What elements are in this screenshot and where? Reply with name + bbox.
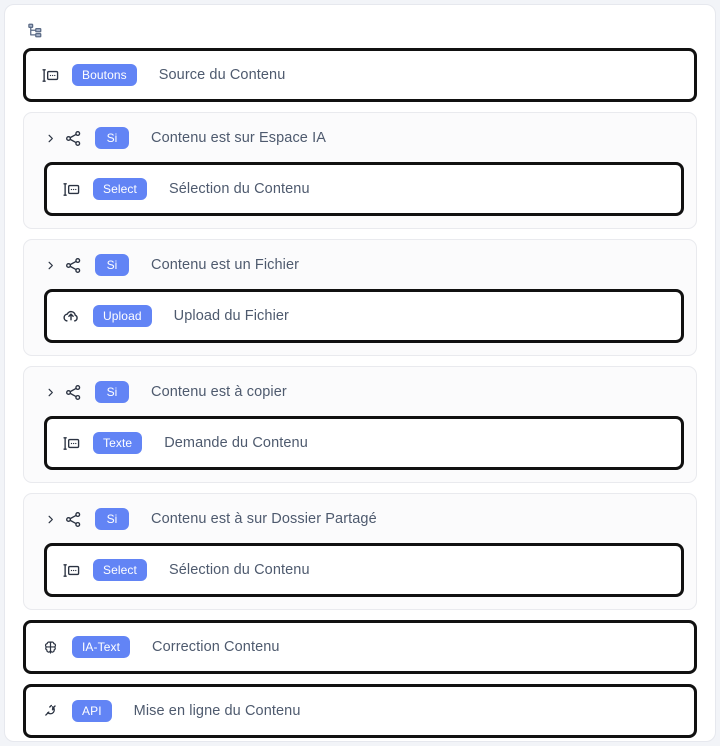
node-label: Correction Contenu	[152, 639, 280, 655]
condition-label: Contenu est un Fichier	[151, 257, 300, 273]
condition-row[interactable]: Si Contenu est à sur Dossier Partagé	[36, 504, 684, 534]
cloud-upload-icon	[61, 306, 81, 326]
node-label: Demande du Contenu	[164, 435, 308, 451]
chevron-right-icon	[44, 255, 57, 275]
condition-label: Contenu est à copier	[151, 384, 287, 400]
node-type-badge: IA-Text	[72, 636, 131, 658]
node-type-badge: Select	[93, 559, 147, 581]
branch-icon	[63, 128, 83, 148]
condition-row[interactable]: Si Contenu est un Fichier	[36, 250, 684, 280]
brain-icon	[40, 637, 60, 657]
node-label: Mise en ligne du Contenu	[133, 703, 301, 719]
node-type-badge: Select	[93, 178, 147, 200]
condition-group: Si Contenu est à copier Texte Demande du C…	[23, 366, 697, 483]
node-type-badge: Texte	[93, 432, 143, 454]
node-type-badge: Boutons	[72, 64, 137, 86]
node-type-badge: API	[72, 700, 112, 722]
form-input-icon	[61, 560, 81, 580]
node-label: Upload du Fichier	[173, 308, 289, 324]
workflow-node[interactable]: Select Sélection du Contenu	[44, 543, 684, 597]
condition-type-badge: Si	[95, 127, 129, 149]
workflow-node-list: Boutons Source du Contenu Si Contenu est s…	[23, 48, 697, 738]
node-label: Sélection du Contenu	[168, 181, 310, 197]
condition-group: Si Contenu est à sur Dossier Partagé Sele…	[23, 493, 697, 610]
condition-group: Si Contenu est sur Espace IA Select Sélect…	[23, 112, 697, 229]
chevron-right-icon	[44, 509, 57, 529]
hierarchy-tree-icon	[24, 20, 44, 40]
chevron-right-icon	[44, 382, 57, 402]
workflow-node[interactable]: Upload Upload du Fichier	[44, 289, 684, 343]
condition-row[interactable]: Si Contenu est sur Espace IA	[36, 123, 684, 153]
branch-icon	[63, 382, 83, 402]
form-input-icon	[40, 65, 60, 85]
workflow-node[interactable]: IA-Text Correction Contenu	[23, 620, 697, 674]
condition-label: Contenu est à sur Dossier Partagé	[151, 511, 377, 527]
workflow-node[interactable]: Boutons Source du Contenu	[23, 48, 697, 102]
workflow-node[interactable]: Select Sélection du Contenu	[44, 162, 684, 216]
condition-type-badge: Si	[95, 381, 129, 403]
canvas-header	[23, 19, 697, 41]
branch-icon	[63, 509, 83, 529]
workflow-page: Boutons Source du Contenu Si Contenu est s…	[0, 0, 720, 746]
condition-type-badge: Si	[95, 254, 129, 276]
chevron-right-icon	[44, 128, 57, 148]
node-label: Source du Contenu	[158, 67, 286, 83]
condition-label: Contenu est sur Espace IA	[151, 130, 326, 146]
workflow-node[interactable]: Texte Demande du Contenu	[44, 416, 684, 470]
node-type-badge: Upload	[93, 305, 152, 327]
workflow-canvas: Boutons Source du Contenu Si Contenu est s…	[4, 4, 716, 742]
workflow-node[interactable]: API Mise en ligne du Contenu	[23, 684, 697, 738]
plug-icon	[40, 701, 60, 721]
condition-type-badge: Si	[95, 508, 129, 530]
condition-row[interactable]: Si Contenu est à copier	[36, 377, 684, 407]
form-input-icon	[61, 179, 81, 199]
node-label: Sélection du Contenu	[168, 562, 310, 578]
form-input-icon	[61, 433, 81, 453]
condition-group: Si Contenu est un Fichier Upload Upload du…	[23, 239, 697, 356]
branch-icon	[63, 255, 83, 275]
